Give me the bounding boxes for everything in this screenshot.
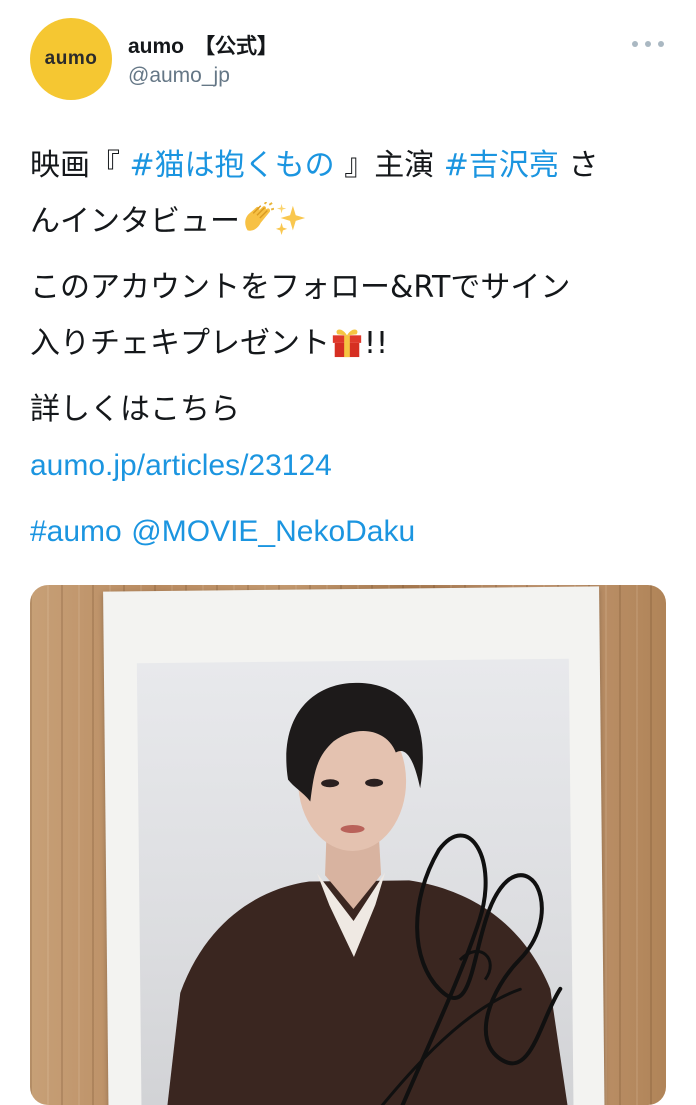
tweet-text-segment: んインタビュー <box>30 204 240 239</box>
tweet-media-image[interactable] <box>30 585 666 1105</box>
hashtag-movie-link[interactable]: #猫は抱くもの <box>130 148 335 183</box>
hashtag-actor-link[interactable]: #吉沢亮 <box>444 148 559 183</box>
account-handle[interactable]: @aumo_jp <box>128 64 230 88</box>
autograph-signature-drawing <box>360 833 563 1105</box>
gift-emoji <box>332 329 362 358</box>
tweet-text-segment: 』主演 <box>334 148 444 183</box>
more-dots-icon[interactable] <box>632 36 664 52</box>
instant-photo-print <box>136 658 574 1105</box>
tweet-paragraph-4: #aumo @MOVIE_NekoDaku <box>30 504 680 560</box>
avatar-logo-text: aumo <box>44 48 98 69</box>
tweet-text-segment: 入りチェキプレゼント <box>30 326 330 361</box>
official-badge: 【公式】 <box>194 35 279 58</box>
tweet-paragraph-3: 詳しくはこちら aumo.jp/articles/23124 <box>30 382 680 494</box>
tweet-text: 映画『 #猫は抱くもの 』主演 #吉沢亮 さ んインタビュー このアカウントをフ… <box>30 138 680 560</box>
display-name-line[interactable]: aumo 【公式】 <box>128 30 278 60</box>
mention-link[interactable]: @MOVIE_NekoDaku <box>131 515 415 548</box>
tweet-text-segment: このアカウントをフォロー&RTでサイン <box>30 270 571 305</box>
tweet-text-segment: !! <box>364 326 389 361</box>
display-name: aumo <box>128 35 185 58</box>
sparkles-emoji <box>275 203 306 236</box>
tweet-text-segment: さ <box>558 148 599 183</box>
tweet-text-segment: 映画『 <box>30 148 130 183</box>
avatar[interactable]: aumo <box>30 18 112 100</box>
article-link[interactable]: aumo.jp/articles/23124 <box>30 449 332 482</box>
tweet-paragraph-1: 映画『 #猫は抱くもの 』主演 #吉沢亮 さ んインタビュー <box>30 138 680 250</box>
tweet-text-segment: 詳しくはこちら <box>30 392 240 427</box>
tweet-paragraph-2: このアカウントをフォロー&RTでサイン 入りチェキプレゼント !! <box>30 260 680 372</box>
instant-photo-frame <box>103 586 605 1105</box>
clapping-hands-emoji <box>245 202 274 231</box>
hashtag-aumo-link[interactable]: #aumo <box>30 515 122 548</box>
